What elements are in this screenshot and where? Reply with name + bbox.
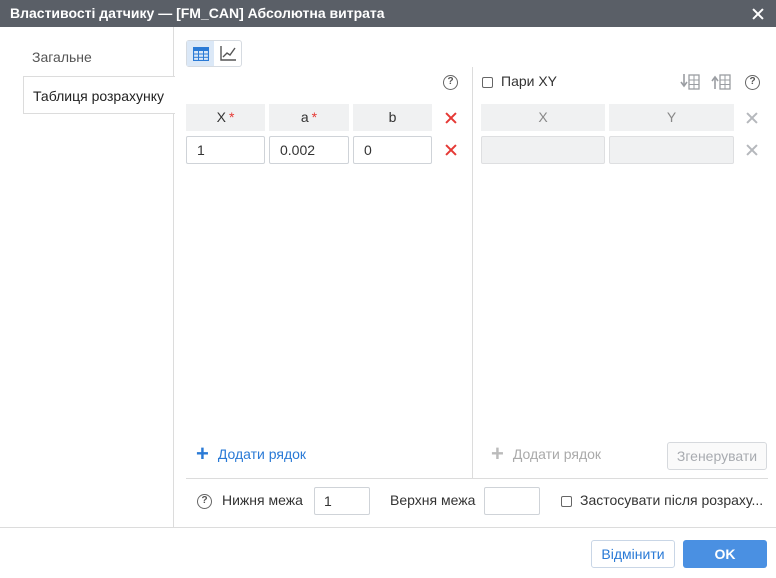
insert-row-above-icon[interactable] <box>711 73 731 91</box>
close-icon[interactable] <box>748 4 768 24</box>
cell-b-input[interactable]: 0 <box>353 136 432 164</box>
tab-general[interactable]: Загальне <box>23 38 175 76</box>
cell-xy-x-input[interactable] <box>481 136 605 164</box>
upper-bound-input[interactable] <box>484 487 540 515</box>
cell-x-input[interactable]: 1 <box>186 136 265 164</box>
cancel-button[interactable]: Відмінити <box>591 540 675 568</box>
column-header-xy-x: X <box>481 104 605 131</box>
ok-button[interactable]: OK <box>683 540 767 568</box>
panel-divider <box>472 67 473 478</box>
window-title: Властивості датчику — [FM_CAN] Абсолютна… <box>10 5 385 21</box>
sensor-properties-dialog: Властивості датчику — [FM_CAN] Абсолютна… <box>0 0 776 578</box>
generate-button[interactable]: Згенерувати <box>667 442 767 470</box>
tab-calculation-table[interactable]: Таблиця розрахунку <box>23 76 175 114</box>
lower-bound-label: Нижня межа <box>222 492 303 508</box>
cell-a-input[interactable]: 0.002 <box>269 136 349 164</box>
line-chart-icon <box>219 46 236 61</box>
upper-bound-label: Верхня межа <box>390 492 476 508</box>
cell-xy-y-input[interactable] <box>609 136 734 164</box>
column-header-x: X * <box>186 104 265 131</box>
column-header-b: b <box>353 104 432 131</box>
view-mode-switch <box>186 40 242 67</box>
delete-all-xy-icon[interactable] <box>746 112 758 124</box>
chart-view-button[interactable] <box>214 41 241 66</box>
plus-icon: + <box>491 441 504 466</box>
title-bar: Властивості датчику — [FM_CAN] Абсолютна… <box>0 0 776 27</box>
add-row-button-left[interactable]: + Додати рядок <box>196 441 306 466</box>
delete-all-rows-icon[interactable] <box>445 112 457 124</box>
bounds-divider <box>186 478 768 479</box>
table-icon <box>192 46 209 61</box>
footer-divider <box>0 527 776 528</box>
xy-pairs-label: Пари XY <box>501 73 558 89</box>
add-row-button-right[interactable]: + Додати рядок <box>491 441 601 466</box>
delete-xy-row-icon[interactable] <box>746 144 758 156</box>
xy-pairs-checkbox[interactable] <box>482 77 493 88</box>
help-icon-left[interactable]: ? <box>443 75 458 90</box>
help-icon-right[interactable]: ? <box>745 75 760 90</box>
apply-after-calc-label: Застосувати після розраху... <box>580 492 764 508</box>
column-header-a: a * <box>269 104 349 131</box>
sidebar: Загальне Таблиця розрахунку <box>0 27 175 527</box>
lower-bound-input[interactable]: 1 <box>314 487 370 515</box>
apply-after-calc-checkbox[interactable] <box>561 496 572 507</box>
help-icon-bounds[interactable]: ? <box>197 494 212 509</box>
delete-row-icon[interactable] <box>445 144 457 156</box>
insert-row-below-icon[interactable] <box>680 73 700 91</box>
table-view-button[interactable] <box>187 41 214 66</box>
plus-icon: + <box>196 441 209 466</box>
column-header-xy-y: Y <box>609 104 734 131</box>
